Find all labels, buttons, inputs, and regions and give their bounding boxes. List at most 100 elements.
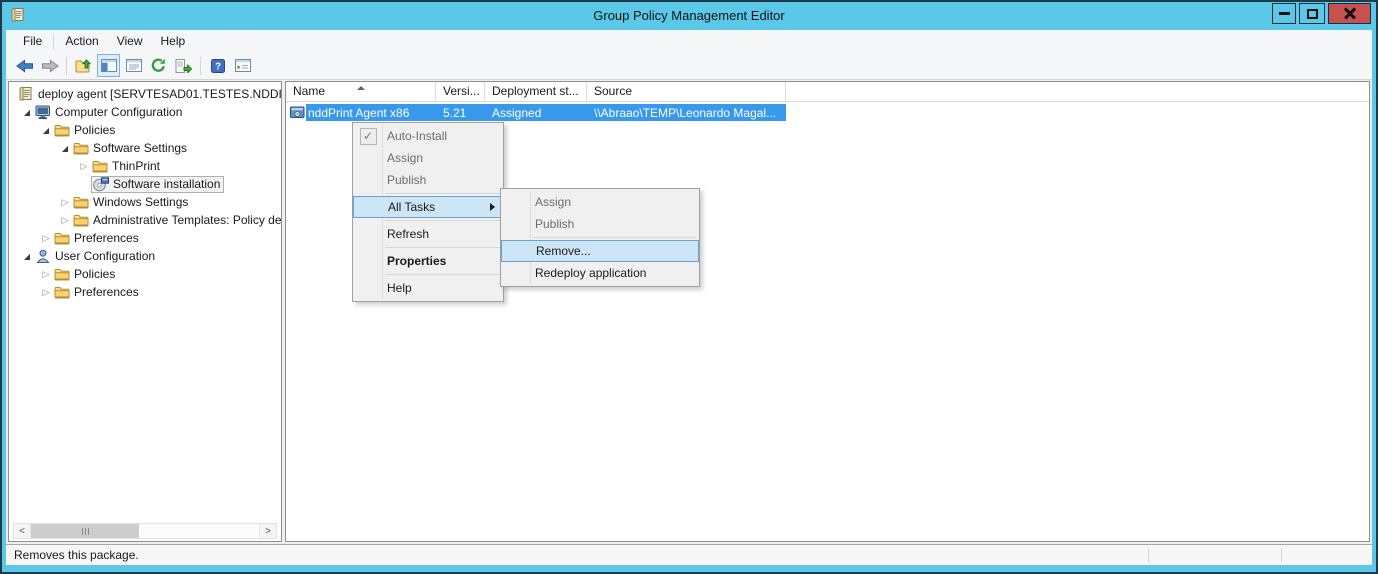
column-header-label: Source	[594, 84, 632, 98]
expand-arrow-collapsed[interactable]: ▷	[39, 233, 53, 244]
tree-item-software-settings[interactable]: ◢ Software Settings	[9, 139, 281, 157]
scroll-right-button[interactable]: >	[259, 524, 276, 538]
menu-item-refresh[interactable]: Refresh	[353, 223, 503, 245]
column-header-label: Versi...	[443, 84, 480, 98]
scroll-left-button[interactable]: <	[14, 524, 31, 538]
folder-icon	[53, 230, 71, 246]
maximize-button[interactable]	[1299, 3, 1325, 24]
menu-separator	[533, 237, 696, 238]
menubar-item-help[interactable]: Help	[152, 31, 195, 51]
window-title: Group Policy Management Editor	[2, 8, 1376, 23]
menu-item-properties[interactable]: Properties	[353, 250, 503, 272]
expand-arrow-expanded[interactable]: ◢	[39, 126, 53, 135]
export-list-icon	[175, 59, 192, 73]
up-one-level-button[interactable]	[72, 54, 95, 77]
software-installation-icon	[92, 176, 110, 192]
menubar-item-view[interactable]: View	[108, 31, 152, 51]
expand-arrow-expanded[interactable]: ◢	[20, 108, 34, 117]
menu-item-redeploy-application[interactable]: Redeploy application	[501, 262, 699, 284]
menu-item-label: Auto-Install	[383, 129, 447, 143]
tree-item-user-configuration[interactable]: ◢User Configuration	[9, 247, 281, 265]
forward-icon	[41, 59, 59, 73]
statusbar-divider	[1281, 548, 1282, 562]
tree-item-label: Software Settings	[90, 141, 190, 155]
tree-item-policies[interactable]: ▷Policies	[9, 265, 281, 283]
up-one-level-icon	[75, 59, 92, 73]
tree-item-administrative-templates-policy-de[interactable]: ▷Administrative Templates: Policy de	[9, 211, 281, 229]
close-button[interactable]	[1328, 3, 1371, 24]
expand-arrow-expanded[interactable]: ◢	[58, 144, 72, 153]
cell-name: nddPrint Agent x86	[286, 106, 436, 120]
properties-window-button[interactable]	[122, 54, 145, 77]
menu-item-assign[interactable]: Assign	[353, 147, 503, 169]
toolbar: ?	[6, 52, 1372, 80]
column-header-versi[interactable]: Versi...	[436, 82, 485, 101]
menu-gutter: ✓	[353, 128, 383, 145]
forward-button[interactable]	[38, 54, 61, 77]
tree-item-thinprint[interactable]: ▷ ThinPrint	[9, 157, 281, 175]
svg-text:?: ?	[214, 61, 220, 72]
minimize-button[interactable]	[1272, 3, 1296, 24]
console-tree: deploy agent [SERVTESAD01.TESTES.NDDIGIT…	[9, 82, 281, 301]
menu-item-help[interactable]: Help	[353, 277, 503, 299]
expand-arrow-expanded[interactable]: ◢	[20, 252, 34, 261]
column-header-filler	[786, 82, 1369, 101]
folder-icon	[91, 158, 109, 174]
menu-item-publish[interactable]: Publish	[353, 169, 503, 191]
menu-item-label: Refresh	[383, 227, 429, 241]
minimize-icon	[1279, 12, 1290, 15]
cell-deployment-st: Assigned	[485, 106, 587, 120]
list-row-nddprint-agent-x86[interactable]: nddPrint Agent x865.21Assigned\\Abraao\T…	[286, 104, 1369, 121]
back-button[interactable]	[13, 54, 36, 77]
tree-item-preferences[interactable]: ▷ Preferences	[9, 283, 281, 301]
menu-item-publish[interactable]: Publish	[501, 213, 699, 235]
export-list-button[interactable]	[172, 54, 195, 77]
tree-item-policies[interactable]: ◢Policies	[9, 121, 281, 139]
menubar-item-file[interactable]: File	[14, 31, 51, 51]
expand-arrow-collapsed[interactable]: ▷	[39, 269, 53, 280]
refresh-button[interactable]	[147, 54, 170, 77]
help-button[interactable]: ?	[206, 54, 229, 77]
expand-arrow-collapsed[interactable]: ▷	[58, 197, 72, 208]
status-text: Removes this package.	[14, 548, 139, 562]
new-window-button[interactable]	[231, 54, 254, 77]
menu-item-label: Help	[383, 281, 412, 295]
cell-versi: 5.21	[436, 106, 485, 120]
folder-icon	[53, 284, 71, 300]
tree-horizontal-scrollbar[interactable]: < >	[13, 523, 277, 539]
tree-item-label: Preferences	[71, 285, 142, 299]
window-controls	[1269, 3, 1371, 24]
menu-item-label: Properties	[383, 254, 446, 268]
menu-item-auto-install[interactable]: ✓ Auto-Install	[353, 125, 503, 147]
column-header-source[interactable]: Source	[587, 82, 786, 101]
expand-arrow-collapsed[interactable]: ▷	[39, 287, 53, 298]
column-header-label: Deployment st...	[492, 84, 579, 98]
close-icon	[1343, 7, 1357, 20]
scrollbar-thumb[interactable]	[31, 524, 139, 538]
show-console-tree-button[interactable]	[97, 54, 120, 77]
menu-item-all-tasks[interactable]: All Tasks	[353, 196, 503, 218]
tree-item-preferences[interactable]: ▷Preferences	[9, 229, 281, 247]
checkmark-icon: ✓	[360, 128, 377, 145]
tree-item-deploy-agent-servtesad01-testes-nddigita[interactable]: deploy agent [SERVTESAD01.TESTES.NDDIGIT…	[9, 85, 281, 103]
menu-item-assign[interactable]: Assign	[501, 191, 699, 213]
help-icon: ?	[211, 59, 225, 73]
refresh-icon	[151, 58, 166, 73]
tree-item-software-installation[interactable]: Software installation	[9, 175, 281, 193]
menu-item-remove[interactable]: Remove...	[501, 240, 699, 262]
menu-separator	[385, 274, 500, 275]
tree-item-windows-settings[interactable]: ▷Windows Settings	[9, 193, 281, 211]
column-header-name[interactable]: Name	[286, 82, 436, 101]
column-header-deployment-st[interactable]: Deployment st...	[485, 82, 587, 101]
tree-item-computer-configuration[interactable]: ◢Computer Configuration	[9, 103, 281, 121]
expand-arrow-collapsed[interactable]: ▷	[58, 215, 72, 226]
list-header: Name Versi... Deployment st... Source	[286, 82, 1369, 102]
titlebar[interactable]: Group Policy Management Editor	[2, 2, 1376, 30]
menu-item-label: All Tasks	[384, 200, 435, 214]
menubar-separator	[53, 33, 54, 49]
menubar-item-action[interactable]: Action	[56, 31, 107, 51]
menu-item-label: Publish	[531, 217, 574, 231]
new-window-icon	[235, 59, 251, 72]
expand-arrow-collapsed[interactable]: ▷	[77, 161, 91, 172]
tree-item-label: ThinPrint	[109, 159, 163, 173]
